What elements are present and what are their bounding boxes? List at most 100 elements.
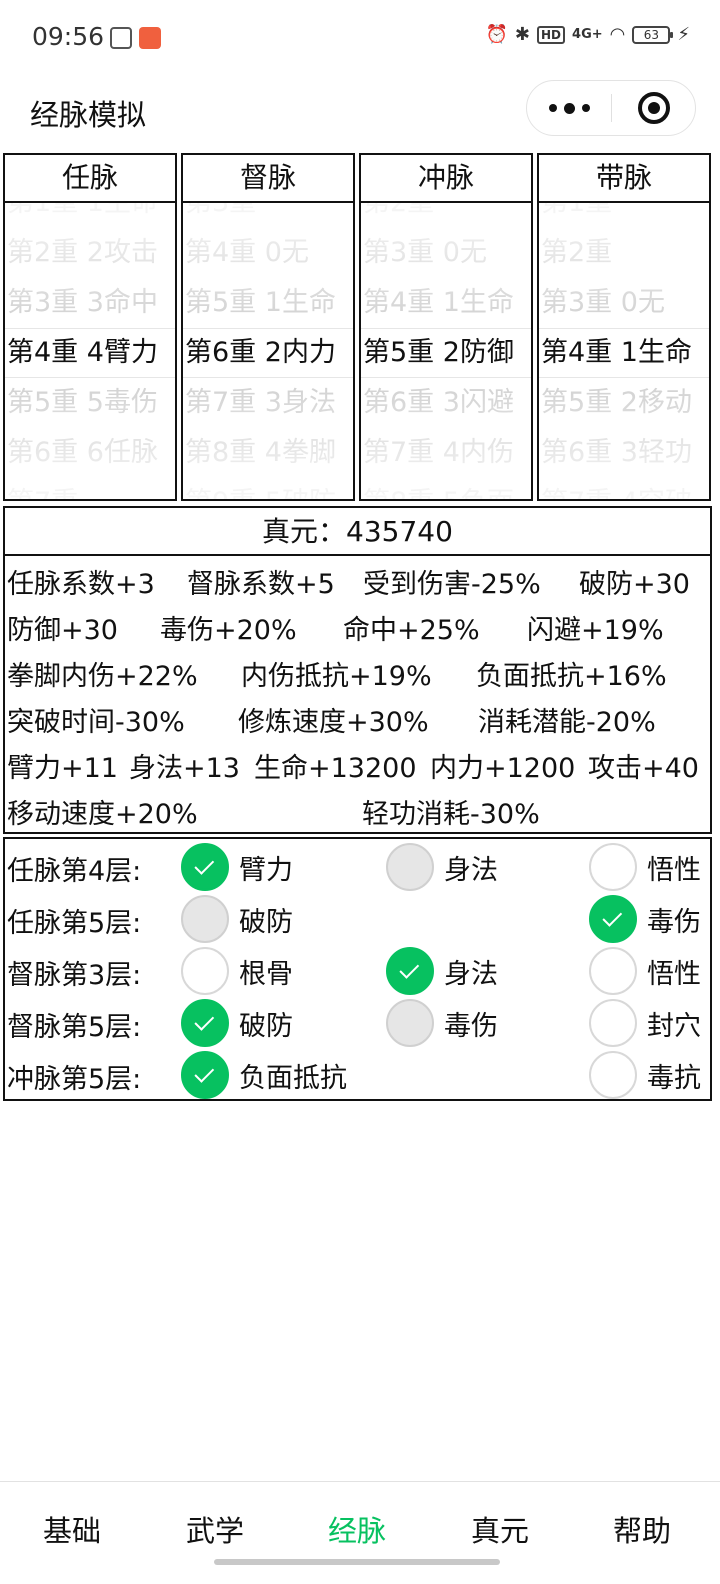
radio-label: 毒抗 bbox=[647, 1062, 701, 1094]
radio-option[interactable]: 根骨 bbox=[181, 947, 293, 995]
stat-value: 负面抵抗+16% bbox=[476, 661, 667, 692]
radio-checked-icon[interactable] bbox=[181, 843, 229, 891]
picker-options: 第1重 1生命 第2重 2攻击 第3重 3命中 第4重 4臂力 第5重 5毒伤 … bbox=[5, 203, 175, 499]
picker-option[interactable]: 第8重 4拳脚 bbox=[183, 428, 353, 478]
stat-value: 移动速度+20% bbox=[7, 799, 198, 830]
picker-options: 第3重 第4重 0无 第5重 1生命 第6重 2内力 第7重 3身法 第8重 4… bbox=[183, 203, 353, 499]
picker-option[interactable]: 第3重 0无 bbox=[361, 228, 531, 278]
picker-wheel[interactable]: 第1重 1生命 第2重 2攻击 第3重 3命中 第4重 4臂力 第5重 5毒伤 … bbox=[5, 203, 175, 499]
option-row-label: 任脉第4层: bbox=[7, 856, 142, 887]
picker-wheel[interactable]: 第1重 第2重 第3重 0无 第4重 1生命 第5重 2移动 第6重 3轻功 第… bbox=[539, 203, 709, 499]
radio-checked-icon[interactable] bbox=[589, 895, 637, 943]
picker-option[interactable]: 第3重 bbox=[183, 203, 353, 228]
picker-option[interactable]: 第5重 1生命 bbox=[183, 278, 353, 328]
tab-basic[interactable]: 基础 bbox=[0, 1508, 144, 1550]
zhenyuan-total: 真元：435740 bbox=[5, 508, 710, 556]
stat-line: 拳脚内伤+22% 内伤抵抗+19% 负面抵抗+16% bbox=[5, 648, 710, 694]
picker-option[interactable]: 第5重 5毒伤 bbox=[5, 378, 175, 428]
radio-option: 破防 bbox=[181, 895, 293, 943]
target-center bbox=[647, 102, 660, 114]
picker-option[interactable]: 第4重 0无 bbox=[183, 228, 353, 278]
picker-option[interactable]: 第5重 2移动 bbox=[539, 378, 709, 428]
picker-option-selected[interactable]: 第6重 2内力 bbox=[183, 328, 353, 378]
option-row: 督脉第5层: 破防 毒伤 封穴 bbox=[5, 995, 710, 1047]
radio-unchecked-icon[interactable] bbox=[589, 947, 637, 995]
picker-option-selected[interactable]: 第4重 4臂力 bbox=[5, 328, 175, 378]
radio-unchecked-icon[interactable] bbox=[589, 999, 637, 1047]
tab-bar: 基础 武学 经脉 真元 帮助 bbox=[0, 1481, 720, 1584]
target-close-icon bbox=[637, 92, 670, 124]
picker-option[interactable]: 第6重 6任脉 bbox=[5, 428, 175, 478]
radio-option[interactable]: 悟性 bbox=[589, 843, 701, 891]
status-time: 09:56 bbox=[32, 22, 105, 51]
picker-option[interactable]: 第6重 3轻功 bbox=[539, 428, 709, 478]
tab-zhenyuan[interactable]: 真元 bbox=[428, 1508, 572, 1550]
radio-option[interactable]: 负面抵抗 bbox=[181, 1051, 347, 1099]
picker-option[interactable]: 第6重 3闪避 bbox=[361, 378, 531, 428]
picker-option[interactable]: 第3重 3命中 bbox=[5, 278, 175, 328]
picker-option[interactable]: 第8重 5负面 bbox=[361, 478, 531, 499]
radio-option[interactable]: 身法 bbox=[386, 947, 498, 995]
picker-option[interactable]: 第2重 bbox=[361, 203, 531, 228]
radio-unchecked-icon[interactable] bbox=[589, 843, 637, 891]
radio-unchecked-icon[interactable] bbox=[181, 947, 229, 995]
stat-value: 突破时间-30% bbox=[7, 707, 185, 738]
picker-option[interactable]: 第2重 2攻击 bbox=[5, 228, 175, 278]
network-label: 4G+ bbox=[572, 27, 603, 42]
tab-meridian[interactable]: 经脉 bbox=[285, 1508, 429, 1550]
radio-option[interactable]: 毒伤 bbox=[589, 895, 701, 943]
picker-renmai[interactable]: 任脉 第1重 1生命 第2重 2攻击 第3重 3命中 第4重 4臂力 第5重 5… bbox=[3, 153, 177, 501]
tab-help[interactable]: 帮助 bbox=[570, 1508, 714, 1550]
picker-dumai[interactable]: 督脉 第3重 第4重 0无 第5重 1生命 第6重 2内力 第7重 3身法 第8… bbox=[181, 153, 355, 501]
stat-value: 督脉系数+5 bbox=[187, 569, 335, 600]
radio-label: 身法 bbox=[444, 958, 498, 990]
tab-martial[interactable]: 武学 bbox=[143, 1508, 287, 1550]
option-row: 任脉第4层: 臂力 身法 悟性 bbox=[5, 839, 710, 891]
radio-option[interactable]: 破防 bbox=[181, 999, 293, 1047]
picker-option-selected[interactable]: 第4重 1生命 bbox=[539, 328, 709, 378]
stat-value: 破防+30 bbox=[579, 569, 690, 600]
option-row: 督脉第3层: 根骨 身法 悟性 bbox=[5, 943, 710, 995]
picker-option[interactable]: 第7重 4突破 bbox=[539, 478, 709, 499]
picker-options: 第1重 第2重 第3重 0无 第4重 1生命 第5重 2移动 第6重 3轻功 第… bbox=[539, 203, 709, 499]
check-icon bbox=[602, 906, 623, 927]
radio-checked-icon[interactable] bbox=[386, 947, 434, 995]
home-indicator[interactable] bbox=[214, 1559, 500, 1565]
picker-wheel[interactable]: 第2重 第3重 0无 第4重 1生命 第5重 2防御 第6重 3闪避 第7重 4… bbox=[361, 203, 531, 499]
acupoint-options: 任脉第4层: 臂力 身法 悟性 任脉第5层: 破防 毒伤 督脉第3层: 根骨 身… bbox=[3, 837, 712, 1101]
picker-wheel[interactable]: 第3重 第4重 0无 第5重 1生命 第6重 2内力 第7重 3身法 第8重 4… bbox=[183, 203, 353, 499]
charging-icon: ⚡ bbox=[677, 24, 690, 45]
radio-unchecked-icon[interactable] bbox=[589, 1051, 637, 1099]
picker-option[interactable]: 第7重 bbox=[5, 478, 175, 499]
picker-option[interactable]: 第9重 5破防 bbox=[183, 478, 353, 499]
stat-value: 内伤抵抗+19% bbox=[241, 661, 432, 692]
radio-checked-icon[interactable] bbox=[181, 999, 229, 1047]
page-title: 经脉模拟 bbox=[30, 98, 147, 132]
picker-daimai[interactable]: 带脉 第1重 第2重 第3重 0无 第4重 1生命 第5重 2移动 第6重 3轻… bbox=[537, 153, 711, 501]
picker-option[interactable]: 第7重 3身法 bbox=[183, 378, 353, 428]
picker-option[interactable]: 第1重 1生命 bbox=[5, 203, 175, 228]
radio-option[interactable]: 封穴 bbox=[589, 999, 701, 1047]
radio-option[interactable]: 毒抗 bbox=[589, 1051, 701, 1099]
picker-chongmai[interactable]: 冲脉 第2重 第3重 0无 第4重 1生命 第5重 2防御 第6重 3闪避 第7… bbox=[359, 153, 533, 501]
picker-option-selected[interactable]: 第5重 2防御 bbox=[361, 328, 531, 378]
radio-option[interactable]: 臂力 bbox=[181, 843, 293, 891]
picker-option[interactable]: 第1重 bbox=[539, 203, 709, 228]
radio-checked-icon[interactable] bbox=[181, 1051, 229, 1099]
meridian-pickers: 任脉 第1重 1生命 第2重 2攻击 第3重 3命中 第4重 4臂力 第5重 5… bbox=[3, 153, 712, 501]
option-row-label: 冲脉第5层: bbox=[7, 1064, 142, 1095]
radio-option[interactable]: 悟性 bbox=[589, 947, 701, 995]
close-button[interactable] bbox=[612, 81, 695, 135]
check-icon bbox=[194, 1062, 215, 1083]
picker-option[interactable]: 第4重 1生命 bbox=[361, 278, 531, 328]
stat-value: 任脉系数+3 bbox=[7, 569, 155, 600]
radio-label: 身法 bbox=[444, 854, 498, 886]
stats-panel: 真元：435740 任脉系数+3 督脉系数+5 受到伤害-25% 破防+30 防… bbox=[3, 506, 712, 834]
more-button[interactable] bbox=[527, 81, 611, 135]
picker-option[interactable]: 第7重 4内伤 bbox=[361, 428, 531, 478]
radio-label: 悟性 bbox=[647, 958, 701, 990]
picker-option[interactable]: 第2重 bbox=[539, 228, 709, 278]
wifi-icon: ◠ bbox=[609, 24, 626, 45]
radio-label: 封穴 bbox=[647, 1010, 701, 1042]
picker-option[interactable]: 第3重 0无 bbox=[539, 278, 709, 328]
